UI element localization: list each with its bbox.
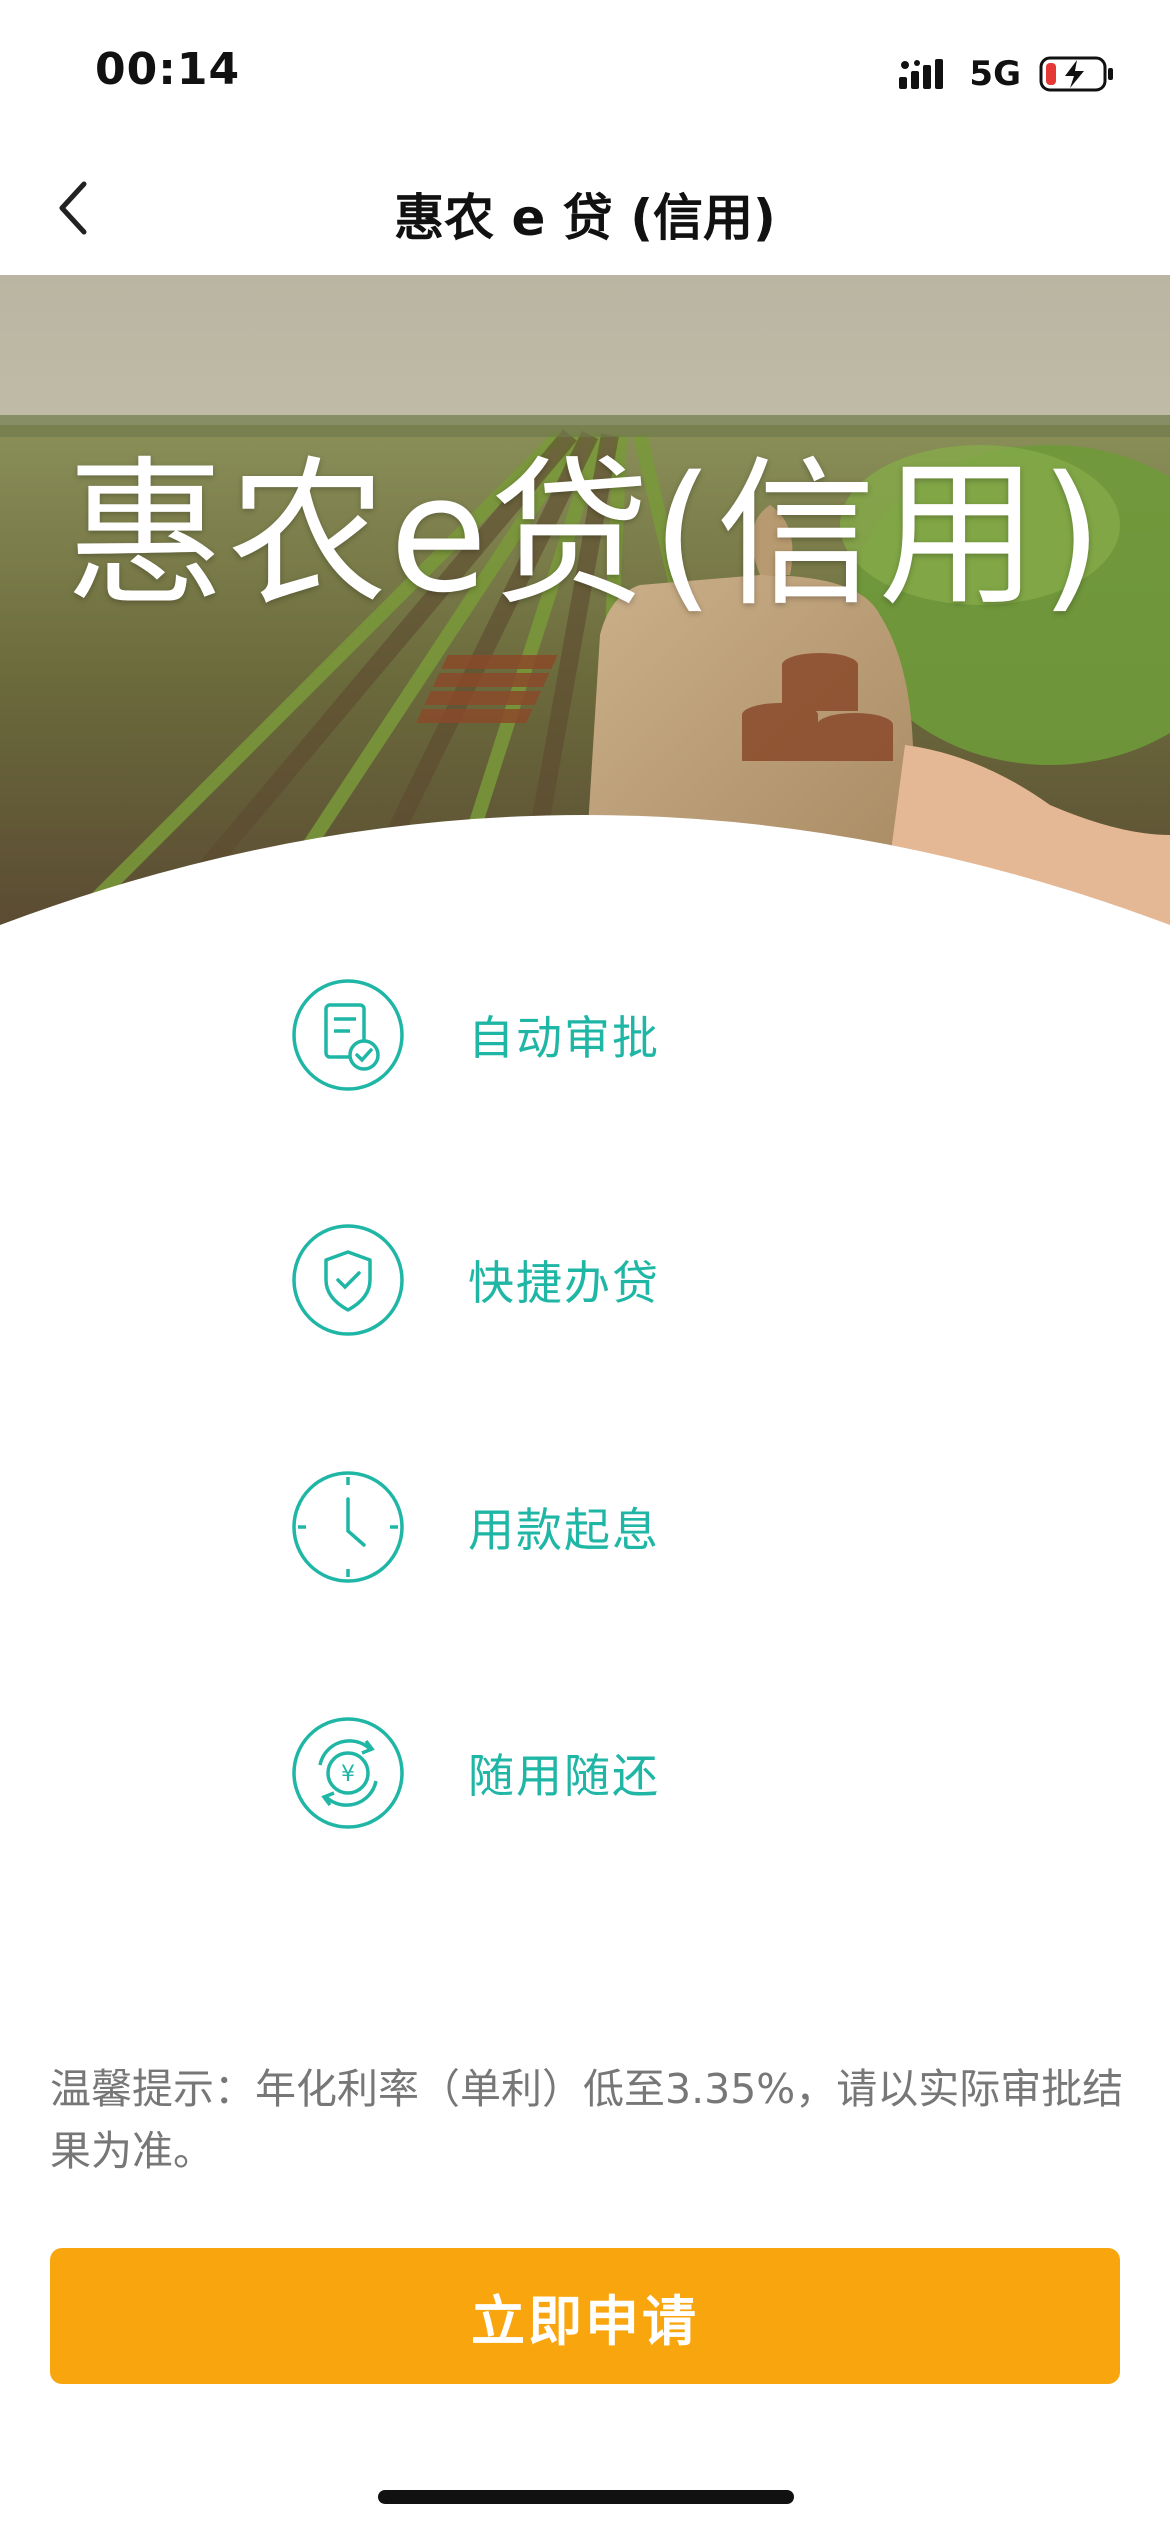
tip-text: 温馨提示：年化利率（单利）低至3.35%，请以实际审批结果为准。 <box>50 2065 1124 2175</box>
status-indicators: 5G <box>897 52 1115 96</box>
apply-now-button[interactable]: 立即申请 <box>50 2248 1120 2384</box>
network-label: 5G <box>969 54 1021 94</box>
hero-banner: 惠农e贷(信用) <box>0 275 1170 935</box>
signal-icon <box>899 59 944 89</box>
feature-item-fast-loan: 快捷办贷 <box>290 1220 990 1340</box>
document-check-icon <box>292 979 404 1091</box>
home-indicator <box>378 2490 794 2504</box>
nav-bar: 惠农 e 贷 (信用) <box>0 140 1170 275</box>
battery-charging-icon <box>1039 56 1113 92</box>
feature-label: 自动审批 <box>468 1011 660 1065</box>
yuan-cycle-icon: ¥ <box>292 1717 404 1829</box>
status-time: 00:14 <box>95 44 241 95</box>
hero-title: 惠农e贷(信用) <box>65 441 1105 628</box>
status-bar: 00:14 5G <box>0 0 1170 140</box>
clock-icon <box>292 1471 404 1583</box>
feature-label: 快捷办贷 <box>468 1256 660 1310</box>
feature-label: 用款起息 <box>468 1503 660 1557</box>
page-title: 惠农 e 贷 (信用) <box>394 189 776 247</box>
feature-label: 随用随还 <box>468 1749 660 1803</box>
feature-item-interest-on-use: 用款起息 <box>290 1467 990 1587</box>
shield-check-icon <box>292 1224 404 1336</box>
feature-item-auto-approval: 自动审批 <box>290 975 990 1095</box>
feature-item-repay-anytime: ¥ 随用随还 <box>290 1713 990 1833</box>
svg-text:¥: ¥ <box>341 1762 355 1787</box>
